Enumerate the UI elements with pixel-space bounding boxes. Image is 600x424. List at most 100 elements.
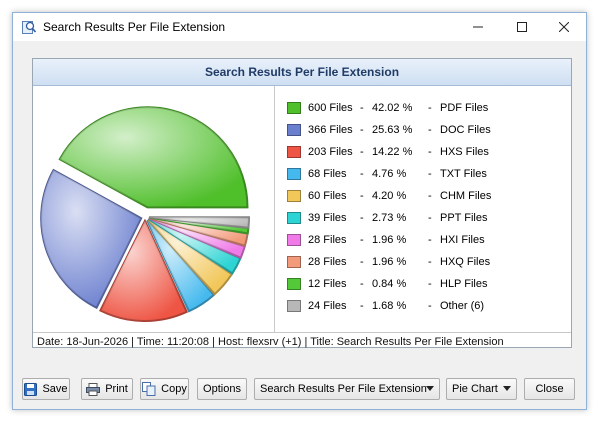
legend-files: 366 Files: [308, 124, 353, 136]
chart-title-select-value: Search Results Per File Extension: [260, 383, 427, 395]
legend-swatch: [287, 256, 301, 268]
legend-percent: 14.22 %: [372, 146, 413, 158]
window-title: Search Results Per File Extension: [43, 20, 226, 34]
floppy-disk-icon: [24, 382, 38, 396]
legend-separator: -: [428, 190, 432, 202]
close-window-button[interactable]: [542, 13, 586, 41]
legend-files: 12 Files: [308, 278, 347, 290]
legend-separator: -: [360, 146, 364, 158]
legend-files: 68 Files: [308, 168, 347, 180]
copy-button[interactable]: Copy: [140, 378, 189, 400]
print-button[interactable]: Print: [81, 378, 133, 400]
legend-swatch: [287, 190, 301, 202]
legend-separator: -: [360, 102, 364, 114]
chevron-down-icon: [503, 386, 511, 391]
print-button-label: Print: [105, 383, 128, 395]
legend-separator: -: [428, 146, 432, 158]
legend-label: PPT Files: [440, 212, 488, 224]
legend-swatch: [287, 102, 301, 114]
legend-item: 600 Files -42.02 % - PDF Files: [287, 100, 567, 116]
legend-percent: 1.68 %: [372, 300, 407, 312]
printer-icon: [86, 382, 101, 396]
close-icon: [559, 22, 569, 32]
legend-label: Other (6): [440, 300, 485, 312]
chart-panel: Search Results Per File Extension 600 Fi…: [32, 58, 572, 348]
maximize-button[interactable]: [500, 13, 544, 41]
copy-button-label: Copy: [161, 383, 187, 395]
legend-separator: -: [428, 234, 432, 246]
legend-label: HXI Files: [440, 234, 485, 246]
legend-files: 28 Files: [308, 256, 347, 268]
legend-swatch: [287, 146, 301, 158]
legend-files: 203 Files: [308, 146, 353, 158]
legend-separator: -: [428, 212, 432, 224]
chart-type-select[interactable]: Pie Chart: [446, 378, 517, 400]
legend-swatch: [287, 124, 301, 136]
legend-percent: 2.73 %: [372, 212, 407, 224]
legend-separator: -: [428, 300, 432, 312]
save-button[interactable]: Save: [22, 378, 70, 400]
chevron-down-icon: [426, 386, 434, 391]
legend-label: CHM Files: [440, 190, 492, 202]
legend-files: 39 Files: [308, 212, 347, 224]
chart-info-line: Date: 18-Jun-2026 | Time: 11:20:08 | Hos…: [37, 336, 504, 348]
maximize-icon: [517, 22, 527, 32]
legend-files: 60 Files: [308, 190, 347, 202]
legend-swatch: [287, 278, 301, 290]
legend-percent: 4.20 %: [372, 190, 407, 202]
legend-label: HXS Files: [440, 146, 489, 158]
minimize-button[interactable]: [456, 13, 500, 41]
legend-separator: -: [360, 256, 364, 268]
legend-separator: -: [360, 300, 364, 312]
legend-swatch: [287, 234, 301, 246]
pie-chart: [40, 106, 250, 322]
legend-percent: 1.96 %: [372, 234, 407, 246]
legend-swatch: [287, 168, 301, 180]
results-window: Search Results Per File Extension Search…: [12, 12, 587, 410]
legend-separator: -: [428, 124, 432, 136]
status-divider: [33, 332, 571, 333]
legend-files: 24 Files: [308, 300, 347, 312]
legend-label: TXT Files: [440, 168, 487, 180]
legend-swatch: [287, 212, 301, 224]
legend-separator: -: [428, 168, 432, 180]
legend-separator: -: [360, 168, 364, 180]
save-button-label: Save: [42, 383, 68, 395]
legend-item: 24 Files -1.68 % - Other (6): [287, 298, 567, 314]
minimize-icon: [473, 26, 483, 28]
legend-separator: -: [360, 234, 364, 246]
chart-type-select-value: Pie Chart: [452, 383, 498, 395]
legend-label: HLP Files: [440, 278, 488, 290]
legend-files: 28 Files: [308, 234, 347, 246]
legend-separator: -: [428, 102, 432, 114]
legend-separator: -: [360, 124, 364, 136]
title-bar: Search Results Per File Extension: [13, 13, 586, 41]
legend-separator: -: [360, 190, 364, 202]
legend-label: DOC Files: [440, 124, 491, 136]
chart-title: Search Results Per File Extension: [33, 59, 571, 86]
legend-percent: 42.02 %: [372, 102, 413, 114]
legend-separator: -: [360, 212, 364, 224]
legend-item: 39 Files -2.73 % - PPT Files: [287, 210, 567, 226]
legend-label: HXQ Files: [440, 256, 491, 268]
legend-separator: -: [428, 278, 432, 290]
legend-percent: 25.63 %: [372, 124, 413, 136]
close-button-label: Close: [535, 383, 564, 395]
legend-item: 28 Files -1.96 % - HXQ Files: [287, 254, 567, 270]
legend-item: 12 Files -0.84 % - HLP Files: [287, 276, 567, 292]
close-button[interactable]: Close: [524, 378, 575, 400]
options-button-label: Options: [203, 383, 241, 395]
legend-separator: -: [428, 256, 432, 268]
legend-item: 203 Files -14.22 % - HXS Files: [287, 144, 567, 160]
legend-swatch: [287, 300, 301, 312]
options-button[interactable]: Options: [197, 378, 247, 400]
legend-percent: 0.84 %: [372, 278, 407, 290]
legend-percent: 1.96 %: [372, 256, 407, 268]
legend-item: 60 Files -4.20 % - CHM Files: [287, 188, 567, 204]
chart-title-select[interactable]: Search Results Per File Extension: [254, 378, 440, 400]
copy-icon: [142, 382, 156, 396]
chart-divider: [274, 86, 275, 332]
legend-item: 68 Files -4.76 % - TXT Files: [287, 166, 567, 182]
legend-label: PDF Files: [440, 102, 489, 114]
legend-separator: -: [360, 278, 364, 290]
